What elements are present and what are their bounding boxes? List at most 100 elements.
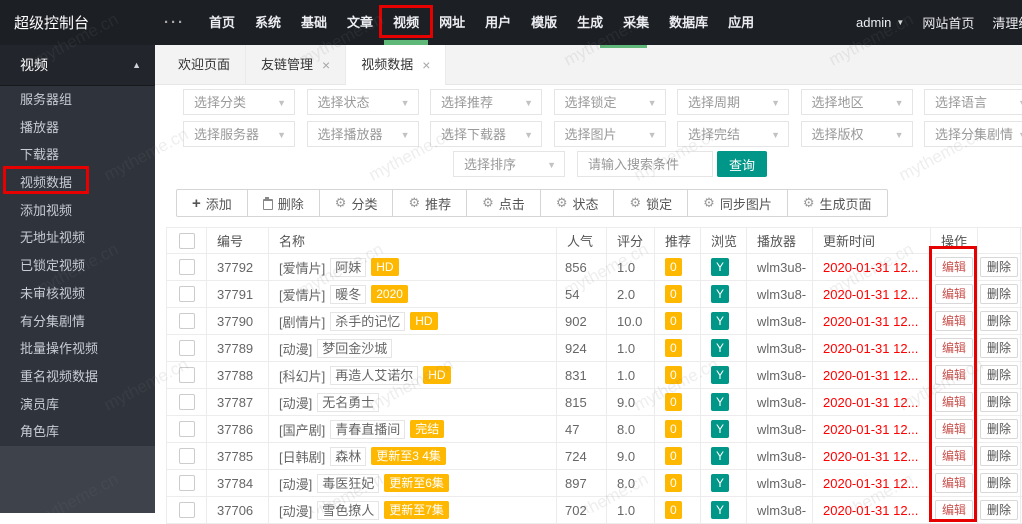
close-icon[interactable] (422, 45, 430, 85)
table-header-cell-10 (978, 228, 1021, 253)
sidebar-item-4[interactable]: 添加视频 (0, 197, 155, 225)
top-nav-item-0[interactable]: 首页 (199, 0, 245, 45)
sidebar-item-3[interactable]: 视频数据 (0, 166, 155, 197)
edit-button[interactable]: 编辑 (934, 473, 973, 493)
tab-1[interactable]: 友链管理 (246, 45, 347, 85)
toolbar-button-5[interactable]: 状态 (539, 189, 615, 217)
player-cell: wlm3u8- (747, 497, 813, 523)
top-nav-item-11[interactable]: 应用 (718, 0, 764, 45)
delete-button[interactable]: 删除 (979, 284, 1018, 304)
filter-select-r1-2[interactable]: 选择推荐 (430, 89, 542, 115)
sidebar-item-0[interactable]: 服务器组 (0, 86, 155, 114)
filter-select-r1-5[interactable]: 选择地区 (800, 89, 913, 115)
select-all-checkbox[interactable] (179, 232, 195, 249)
delete-button[interactable]: 删除 (979, 392, 1018, 412)
edit-button[interactable]: 编辑 (934, 338, 973, 358)
filter-select-r2-5[interactable]: 选择版权 (800, 121, 913, 147)
user-menu[interactable]: admin ▼ (856, 15, 904, 30)
top-link-1[interactable]: 清理缓存 (992, 13, 1022, 32)
filter-select-r2-2[interactable]: 选择下载器 (430, 121, 542, 147)
top-nav-item-4[interactable]: 视频 (379, 0, 434, 45)
sidebar-item-8[interactable]: 有分集剧情 (0, 308, 155, 336)
top-nav-item-10[interactable]: 数据库 (659, 0, 718, 45)
edit-button[interactable]: 编辑 (934, 419, 973, 439)
delete-button[interactable]: 删除 (979, 473, 1018, 493)
sidebar-item-9[interactable]: 批量操作视频 (0, 335, 155, 363)
toolbar-button-4[interactable]: 点击 (466, 189, 541, 217)
edit-button[interactable]: 编辑 (934, 257, 973, 277)
top-nav-item-7[interactable]: 模版 (521, 0, 567, 45)
filter-select-r1-6[interactable]: 选择语言 (924, 89, 1022, 115)
toolbar-button-6[interactable]: 锁定 (613, 189, 689, 217)
toolbar-button-8[interactable]: 生成页面 (786, 189, 888, 217)
toolbar-button-2[interactable]: 分类 (318, 189, 394, 217)
edit-button[interactable]: 编辑 (934, 365, 973, 385)
row-checkbox[interactable] (179, 367, 195, 383)
sidebar-header-video[interactable]: 视频 ▲ (0, 45, 155, 86)
sidebar-item-2[interactable]: 下载器 (0, 141, 155, 169)
top-nav-item-1[interactable]: 系统 (245, 0, 291, 45)
row-checkbox[interactable] (179, 448, 195, 464)
delete-button[interactable]: 删除 (979, 338, 1018, 358)
sidebar-item-5[interactable]: 无地址视频 (0, 224, 155, 252)
video-name-cell: [动漫] 梦回金沙城 (269, 335, 557, 361)
row-checkbox[interactable] (179, 286, 195, 302)
filter-select-r1-1[interactable]: 选择状态 (306, 89, 419, 115)
sidebar-item-12[interactable]: 角色库 (0, 418, 155, 446)
score-cell: 1.0 (607, 497, 655, 523)
more-icon[interactable]: ··· (164, 14, 185, 31)
delete-button[interactable]: 删除 (979, 446, 1018, 466)
row-checkbox[interactable] (179, 259, 195, 275)
sidebar-item-6[interactable]: 已锁定视频 (0, 252, 155, 280)
sidebar-item-11[interactable]: 演员库 (0, 391, 155, 419)
row-checkbox[interactable] (179, 421, 195, 437)
top-nav-item-2[interactable]: 基础 (291, 0, 337, 45)
top-nav-item-6[interactable]: 用户 (475, 0, 521, 45)
chevron-down-icon: ▼ (896, 18, 905, 27)
row-checkbox[interactable] (179, 475, 195, 491)
delete-button[interactable]: 删除 (979, 365, 1018, 385)
toolbar-button-3[interactable]: 推荐 (392, 189, 468, 217)
search-input[interactable] (577, 151, 713, 177)
row-checkbox[interactable] (179, 313, 195, 329)
tab-2[interactable]: 视频数据 (346, 45, 447, 85)
recommend-cell: 0 (655, 389, 701, 415)
delete-button[interactable]: 删除 (979, 419, 1018, 439)
edit-button[interactable]: 编辑 (934, 311, 973, 331)
filter-select-r1-0[interactable]: 选择分类 (183, 89, 295, 115)
toolbar-button-7[interactable]: 同步图片 (687, 189, 788, 217)
close-icon[interactable] (322, 45, 330, 85)
sidebar-item-7[interactable]: 未审核视频 (0, 280, 155, 308)
top-nav-item-9[interactable]: 采集 (613, 0, 659, 45)
filter-select-r2-0[interactable]: 选择服务器 (183, 121, 295, 147)
search-button[interactable]: 查询 (717, 151, 767, 177)
filter-select-r2-6[interactable]: 选择分集剧情 (924, 121, 1022, 147)
delete-button[interactable]: 删除 (979, 257, 1018, 277)
tab-0[interactable]: 欢迎页面 (163, 45, 247, 85)
filter-select-r1-3[interactable]: 选择锁定 (553, 89, 666, 115)
sidebar-item-1[interactable]: 播放器 (0, 114, 155, 142)
row-checkbox[interactable] (179, 502, 195, 518)
row-checkbox[interactable] (179, 340, 195, 356)
top-nav-item-5[interactable]: 网址 (429, 0, 475, 45)
top-link-0[interactable]: 网站首页 (922, 13, 974, 32)
top-nav-item-8[interactable]: 生成 (567, 0, 613, 45)
video-category: [爱情片] (279, 287, 326, 303)
sort-select[interactable]: 选择排序 (453, 151, 565, 177)
row-checkbox[interactable] (179, 394, 195, 410)
filter-select-r2-1[interactable]: 选择播放器 (306, 121, 419, 147)
select-placeholder: 选择状态 (317, 95, 370, 110)
filter-select-r2-3[interactable]: 选择图片 (553, 121, 666, 147)
top-nav-item-3[interactable]: 文章 (337, 0, 383, 45)
toolbar-button-1[interactable]: 删除 (246, 189, 320, 217)
filter-select-r1-4[interactable]: 选择周期 (677, 89, 789, 115)
edit-button[interactable]: 编辑 (934, 500, 973, 520)
toolbar-button-0[interactable]: 添加 (176, 189, 248, 217)
delete-button[interactable]: 删除 (979, 311, 1018, 331)
edit-button[interactable]: 编辑 (934, 284, 973, 304)
filter-select-r2-4[interactable]: 选择完结 (677, 121, 789, 147)
delete-button[interactable]: 删除 (979, 500, 1018, 520)
edit-button[interactable]: 编辑 (934, 392, 973, 412)
edit-button[interactable]: 编辑 (934, 446, 973, 466)
sidebar-item-10[interactable]: 重名视频数据 (0, 363, 155, 391)
